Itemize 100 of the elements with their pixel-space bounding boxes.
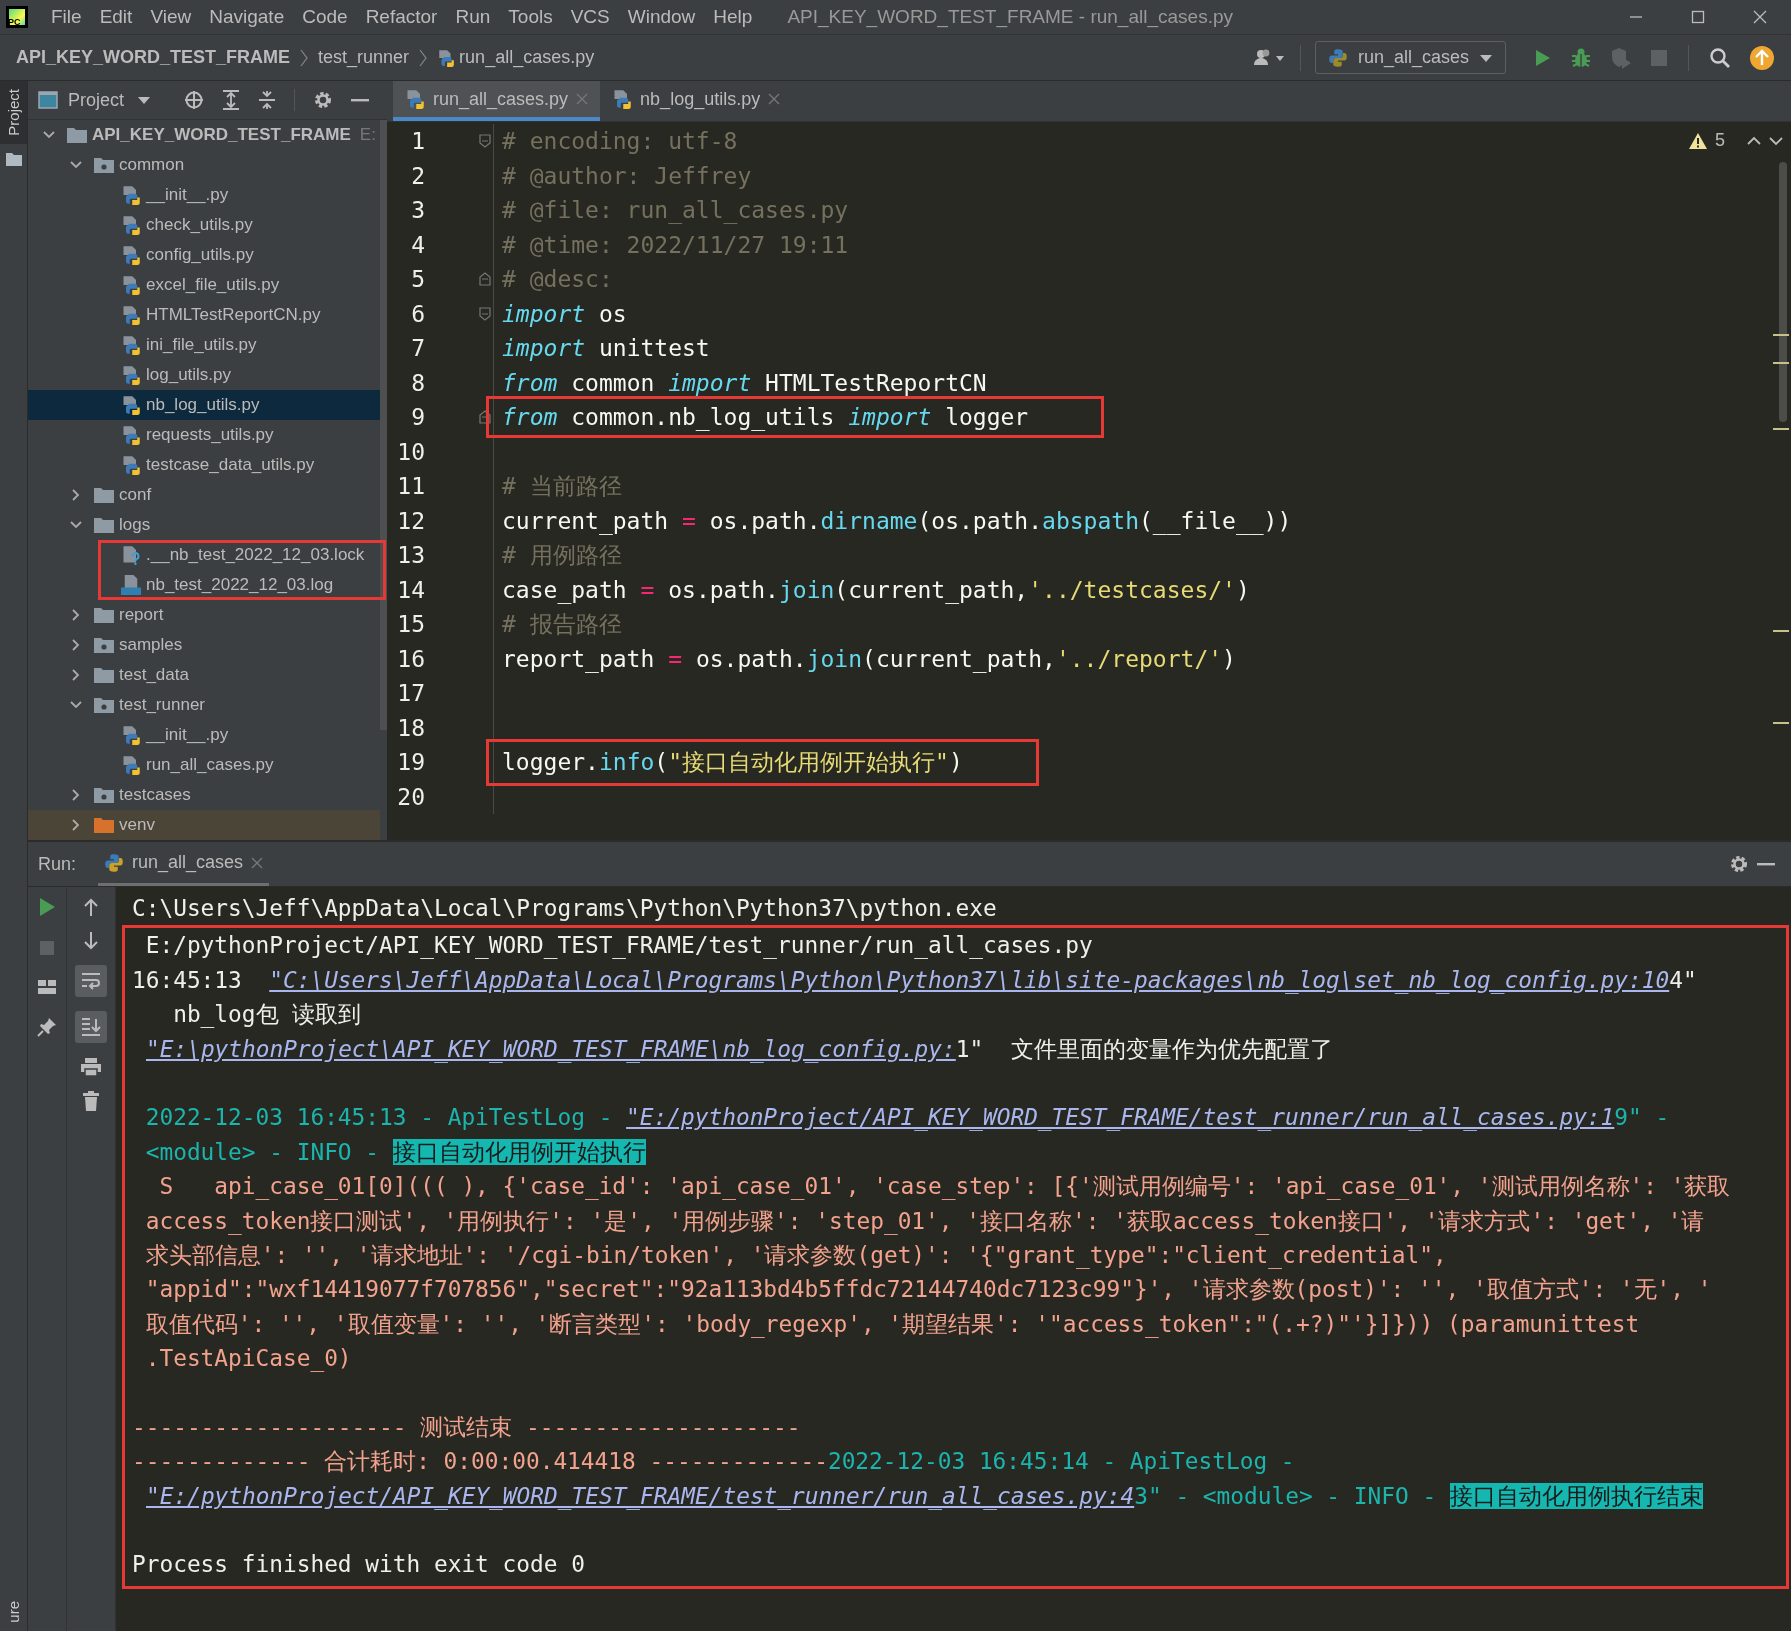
- code-line: import os: [502, 300, 627, 327]
- tree-item[interactable]: HTMLTestReportCN.py: [28, 300, 380, 330]
- collapse-all-icon[interactable]: [258, 90, 277, 110]
- menu-item[interactable]: Run: [446, 6, 500, 28]
- print-icon[interactable]: [80, 1057, 102, 1077]
- tree-item[interactable]: nb_test_2022_12_03.log: [28, 570, 380, 600]
- tree-item[interactable]: requests_utils.py: [28, 420, 380, 450]
- project-view-dropdown[interactable]: Project: [68, 89, 151, 111]
- stop-icon[interactable]: [1650, 48, 1668, 67]
- stop-icon[interactable]: [38, 939, 56, 957]
- tree-item[interactable]: conf: [28, 480, 380, 510]
- soft-wrap-toggle[interactable]: [75, 965, 107, 997]
- python-file-icon: [121, 395, 141, 415]
- tree-item[interactable]: ini_file_utils.py: [28, 330, 380, 360]
- close-icon[interactable]: [768, 93, 781, 105]
- bug-icon[interactable]: [1570, 46, 1592, 69]
- breadcrumb-item[interactable]: API_KEY_WORD_TEST_FRAME: [12, 47, 295, 68]
- tree-item[interactable]: common: [28, 150, 380, 180]
- tree-item[interactable]: samples: [28, 630, 380, 660]
- menu-item[interactable]: VCS: [561, 6, 619, 28]
- python-file-icon: [121, 725, 141, 745]
- breadcrumb-item[interactable]: test_runner: [314, 47, 414, 68]
- fold-icon[interactable]: [479, 134, 491, 149]
- layout-icon[interactable]: [37, 979, 57, 995]
- update-icon[interactable]: [1749, 44, 1775, 71]
- fold-icon[interactable]: [479, 410, 491, 425]
- scrollbar[interactable]: [1779, 162, 1787, 422]
- crosshair-icon[interactable]: [184, 90, 205, 110]
- minimize-icon[interactable]: [1757, 862, 1775, 866]
- tree-item[interactable]: nb_log_utils.py: [28, 390, 380, 420]
- folder-icon: [94, 667, 114, 683]
- close-icon[interactable]: [251, 856, 264, 869]
- python-file-icon: [121, 215, 141, 235]
- tool-window-tab[interactable]: ure: [0, 1593, 27, 1631]
- line-number: 6: [410, 300, 425, 327]
- code-line: # 报告路径: [502, 610, 622, 637]
- fold-icon[interactable]: [479, 272, 491, 287]
- editor-tab[interactable]: run_all_cases.py: [393, 81, 601, 121]
- menu-item[interactable]: Edit: [90, 6, 142, 28]
- settings-icon[interactable]: [313, 90, 334, 110]
- tree-item[interactable]: logs: [28, 510, 380, 540]
- close-icon[interactable]: [1752, 9, 1768, 25]
- code-line: # 用例路径: [502, 541, 622, 568]
- scroll-to-end-toggle[interactable]: [75, 1011, 107, 1043]
- menu-item[interactable]: Navigate: [200, 6, 294, 28]
- menu-item[interactable]: Refactor: [356, 6, 447, 28]
- chevron-down-icon[interactable]: [1769, 135, 1783, 146]
- chevron-up-icon[interactable]: [1747, 135, 1761, 146]
- console-line: Process finished with exit code 0: [131, 1550, 586, 1580]
- tree-item[interactable]: excel_file_utils.py: [28, 270, 380, 300]
- arrow-up-icon[interactable]: [83, 897, 99, 917]
- fold-icon[interactable]: [479, 306, 491, 321]
- tree-item[interactable]: __init__.py: [28, 180, 380, 210]
- menu-item[interactable]: Tools: [499, 6, 562, 28]
- coverage-icon[interactable]: [1610, 46, 1632, 69]
- python-icon: [104, 852, 125, 873]
- tree-item[interactable]: venv: [28, 810, 380, 840]
- scrollbar[interactable]: [380, 120, 387, 730]
- tree-item[interactable]: testcase_data_utils.py: [28, 450, 380, 480]
- tree-item[interactable]: test_runner: [28, 690, 380, 720]
- tree-item[interactable]: run_all_cases.py: [28, 750, 380, 780]
- menu-item[interactable]: Window: [618, 6, 705, 28]
- menu-item[interactable]: View: [141, 6, 201, 28]
- app-logo: PC: [6, 6, 28, 28]
- line-number: 8: [410, 369, 425, 396]
- pin-icon[interactable]: [37, 1017, 57, 1037]
- breadcrumb-item[interactable]: run_all_cases.py: [433, 47, 599, 68]
- tree-item[interactable]: API_KEY_WORD_TEST_FRAME E:: [28, 120, 380, 150]
- tool-window-tab[interactable]: Project: [0, 81, 27, 144]
- arrow-down-icon[interactable]: [83, 931, 99, 951]
- tree-item[interactable]: config_utils.py: [28, 240, 380, 270]
- minimize-icon[interactable]: [351, 98, 370, 102]
- tree-item[interactable]: __init__.py: [28, 720, 380, 750]
- settings-icon[interactable]: [1729, 854, 1749, 874]
- editor-tab[interactable]: nb_log_utils.py: [600, 81, 793, 121]
- search-icon[interactable]: [1709, 46, 1731, 69]
- tree-item[interactable]: check_utils.py: [28, 210, 380, 240]
- line-number: 19: [396, 749, 425, 776]
- menu-item[interactable]: Code: [293, 6, 357, 28]
- tree-item[interactable]: test_data: [28, 660, 380, 690]
- menu-item[interactable]: Help: [704, 6, 762, 28]
- line-number: 12: [396, 507, 425, 534]
- run-icon[interactable]: [38, 897, 56, 917]
- maximize-icon[interactable]: [1690, 9, 1706, 25]
- folder-icon: [67, 127, 87, 143]
- code-line: # @time: 2022/11/27 19:11: [502, 231, 849, 258]
- line-number: 1: [410, 128, 425, 155]
- expand-all-icon[interactable]: [222, 90, 241, 110]
- tree-item[interactable]: report: [28, 600, 380, 630]
- code-line: case_path = os.path.join(current_path,'../testcases/'): [502, 576, 1250, 603]
- menu-item[interactable]: File: [42, 6, 91, 28]
- path-hint: E:: [359, 125, 376, 145]
- console-line: 取值代码': '', '取值变量': '', '断言类型': 'body_regexp', '期望结果': '"access_token":"(.+?)"'}]})) (paramunittest: [144, 1309, 1641, 1340]
- tree-item[interactable]: .__nb_test_2022_12_03.lock: [28, 540, 380, 570]
- python-file-icon: [121, 365, 141, 385]
- tree-item[interactable]: log_utils.py: [28, 360, 380, 390]
- run-config-dropdown[interactable]: run_all_cases: [1314, 41, 1506, 74]
- trash-icon[interactable]: [82, 1091, 100, 1111]
- tree-item[interactable]: testcases: [28, 780, 380, 810]
- python-file-icon: [437, 48, 456, 67]
